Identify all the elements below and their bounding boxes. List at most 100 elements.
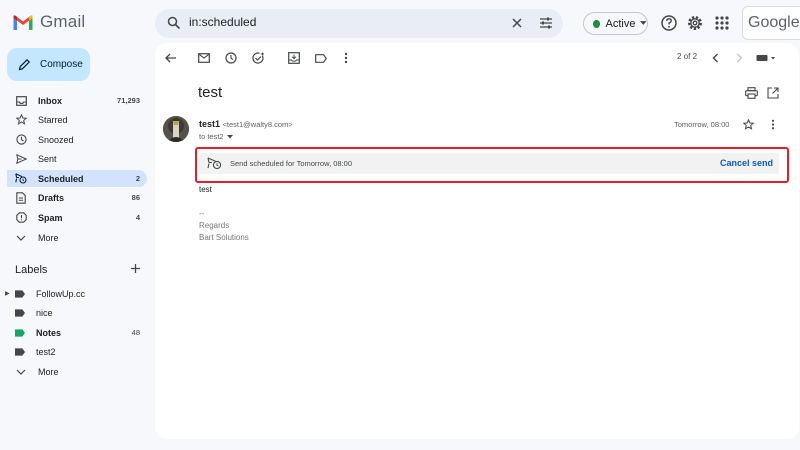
- add-label-button[interactable]: [130, 263, 141, 274]
- label-count: 48: [131, 328, 140, 337]
- label-tag-icon: [15, 328, 25, 337]
- caret-down-icon: [226, 134, 233, 138]
- snooze-button[interactable]: [223, 50, 239, 66]
- label-name: test2: [36, 346, 56, 357]
- back-button[interactable]: [163, 50, 179, 66]
- sidebar-more-button[interactable]: More: [7, 229, 147, 246]
- add-to-tasks-button[interactable]: [250, 50, 266, 66]
- labels-heading: Labels: [15, 264, 48, 276]
- settings-gear-icon[interactable]: [686, 14, 704, 32]
- active-status-dot: [593, 19, 601, 28]
- sidebar-item-label: More: [38, 366, 59, 377]
- sidebar-item-spam[interactable]: Spam 4: [7, 209, 147, 226]
- chevron-right-icon: [736, 53, 742, 63]
- inbox-icon: [15, 95, 27, 106]
- chevron-down-icon: [16, 369, 26, 375]
- gmail-logo[interactable]: Gmail: [12, 12, 85, 32]
- message-subject: test: [198, 84, 223, 101]
- clock-icon: [225, 52, 237, 64]
- search-input[interactable]: [189, 15, 489, 29]
- message-body: test: [199, 185, 212, 194]
- sidebar-item-snoozed[interactable]: Snoozed: [7, 131, 147, 148]
- labels-more-button[interactable]: More: [7, 363, 147, 380]
- label-item-test2[interactable]: test2: [7, 343, 147, 360]
- move-to-button[interactable]: [286, 50, 302, 66]
- compose-button[interactable]: Compose: [7, 48, 90, 81]
- label-tag-icon: [15, 308, 25, 317]
- pagination-count: 2 of 2: [677, 52, 698, 61]
- status-dropdown[interactable]: Active: [583, 12, 648, 35]
- label-outline-icon: [315, 53, 327, 63]
- clear-search-icon[interactable]: [510, 16, 524, 30]
- labels-button[interactable]: [313, 50, 329, 66]
- mark-unread-button[interactable]: [196, 50, 212, 66]
- label-tag-icon: [15, 347, 25, 356]
- sidebar-item-sent[interactable]: Sent: [7, 150, 147, 167]
- sidebar-item-label: Inbox: [38, 95, 62, 106]
- apps-grid-icon[interactable]: [713, 14, 731, 32]
- plus-icon: [131, 264, 140, 273]
- drafts-count: 86: [131, 193, 140, 202]
- signature-line: Regards: [199, 221, 230, 230]
- more-vert-icon[interactable]: [771, 119, 775, 130]
- open-in-new-window-icon[interactable]: [767, 87, 779, 99]
- help-icon[interactable]: [660, 14, 678, 32]
- recipient-details-toggle[interactable]: to test2: [199, 132, 233, 141]
- input-tools-button[interactable]: [755, 50, 777, 66]
- label-tag-icon: [15, 289, 25, 298]
- scheduled-send-text: Send scheduled for Tomorrow, 08:00: [230, 159, 353, 168]
- sidebar-item-drafts[interactable]: Drafts 86: [7, 189, 147, 206]
- app-name: Gmail: [40, 12, 86, 31]
- search-options-icon[interactable]: [539, 16, 553, 30]
- print-icon[interactable]: [745, 87, 758, 99]
- status-label: Active: [605, 17, 636, 30]
- keyboard-icon: [756, 55, 775, 61]
- spam-count: 4: [135, 213, 140, 222]
- label-name: Notes: [36, 327, 62, 338]
- label-item-notes[interactable]: Notes 48: [7, 324, 147, 341]
- expand-caret-icon[interactable]: ▶: [5, 290, 10, 297]
- sidebar-item-label: Starred: [38, 114, 68, 125]
- gmail-m-icon: [13, 14, 33, 30]
- sender-line: test1 <test1@walty8.com>: [199, 119, 293, 129]
- sender-email: <test1@walty8.com>: [222, 120, 293, 129]
- label-name: nice: [36, 307, 53, 318]
- newer-button[interactable]: [707, 50, 723, 66]
- scheduled-send-icon: [15, 173, 27, 184]
- recipient-text: to test2: [199, 132, 224, 141]
- sender-avatar[interactable]: [163, 116, 189, 142]
- label-item-nice[interactable]: nice: [7, 304, 147, 321]
- sidebar-item-label: Sent: [38, 153, 57, 164]
- sidebar-item-inbox[interactable]: Inbox 71,293: [7, 92, 147, 109]
- more-options-button[interactable]: [338, 50, 354, 66]
- add-task-icon: [251, 52, 264, 64]
- mail-icon: [198, 53, 210, 63]
- send-icon: [15, 153, 27, 164]
- older-button[interactable]: [731, 50, 747, 66]
- star-icon[interactable]: [743, 119, 754, 130]
- message-panel: [155, 43, 799, 439]
- message-time: Tomorrow, 08:00: [674, 120, 730, 129]
- spam-icon: [15, 212, 27, 223]
- scheduled-send-icon: [207, 157, 222, 170]
- sidebar-item-scheduled[interactable]: Scheduled 2: [7, 170, 147, 187]
- more-vert-icon: [344, 52, 348, 64]
- sidebar-item-label: Scheduled: [38, 173, 84, 184]
- search-icon[interactable]: [167, 16, 181, 30]
- sidebar-item-starred[interactable]: Starred: [7, 111, 147, 128]
- unread-count: 71,293: [117, 96, 140, 105]
- google-account-brand[interactable]: Google: [742, 6, 800, 40]
- chevron-left-icon: [712, 53, 718, 63]
- draft-icon: [16, 191, 26, 204]
- label-item-followup[interactable]: ▶ FollowUp.cc: [5, 285, 147, 302]
- star-icon: [15, 114, 27, 125]
- sidebar-item-label: Spam: [38, 212, 63, 223]
- cancel-send-button[interactable]: Cancel send: [720, 158, 773, 168]
- sidebar-item-label: Drafts: [38, 192, 65, 203]
- compose-label: Compose: [40, 59, 83, 70]
- sidebar-item-label: More: [38, 232, 59, 243]
- sidebar-item-label: Snoozed: [38, 134, 74, 145]
- move-to-inbox-icon: [288, 52, 300, 64]
- pencil-icon: [18, 58, 31, 71]
- sender-name[interactable]: test1: [199, 119, 220, 129]
